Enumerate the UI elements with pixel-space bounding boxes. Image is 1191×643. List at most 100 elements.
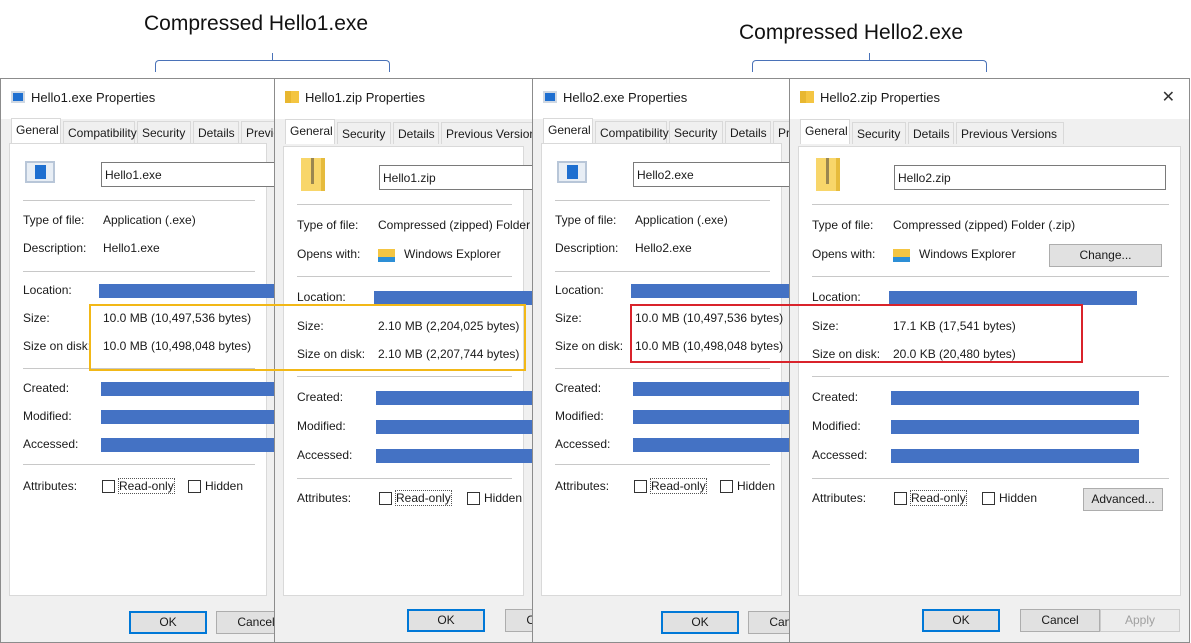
modified-value-redacted	[891, 420, 1139, 434]
separator	[812, 276, 1169, 277]
file-name-field[interactable]: Hello2.exe	[633, 162, 790, 187]
file-name-field[interactable]: Hello2.zip	[894, 165, 1166, 190]
accessed-label: Accessed:	[297, 448, 353, 462]
created-value-redacted	[891, 391, 1139, 405]
tab-compatibility[interactable]: Compatibility	[595, 121, 669, 143]
tab-general[interactable]: General	[800, 119, 850, 144]
close-button[interactable]: ✕	[1162, 87, 1175, 107]
type-of-file-value: Application (.exe)	[103, 213, 196, 227]
read-only-checkbox[interactable]	[634, 480, 647, 493]
hidden-label[interactable]: Hidden	[737, 479, 775, 493]
file-name-field[interactable]: Hello1.zip	[379, 165, 532, 190]
modified-label: Modified:	[297, 419, 346, 433]
read-only-checkbox[interactable]	[894, 492, 907, 505]
location-value-redacted	[99, 284, 275, 298]
created-label: Created:	[555, 381, 602, 395]
tab-general[interactable]: General	[543, 118, 593, 143]
modified-value-redacted	[101, 410, 275, 424]
separator	[23, 464, 255, 465]
tab-details[interactable]: Details	[393, 122, 439, 144]
separator	[23, 271, 255, 272]
read-only-label[interactable]: Read-only	[118, 478, 175, 494]
highlight-hello1-sizes	[89, 304, 526, 371]
ok-button[interactable]: OK	[922, 609, 1000, 632]
tab-security[interactable]: Security	[669, 121, 723, 143]
read-only-label[interactable]: Read-only	[910, 490, 967, 506]
modified-value-redacted	[633, 410, 790, 424]
cancel-button[interactable]: Cancel	[216, 611, 275, 634]
location-value-redacted	[889, 291, 1137, 305]
dialog-title: Hello1.exe Properties	[31, 90, 156, 105]
hidden-label[interactable]: Hidden	[999, 491, 1037, 505]
application-icon	[11, 91, 25, 103]
location-value-redacted	[374, 291, 532, 305]
separator	[555, 368, 770, 369]
tab-details[interactable]: Details	[908, 122, 954, 144]
tab-panel	[798, 146, 1181, 596]
accessed-label: Accessed:	[23, 437, 79, 451]
opens-with-label: Opens with:	[812, 247, 876, 261]
cancel-button[interactable]: Cancel	[505, 609, 532, 632]
zip-folder-icon	[800, 91, 814, 103]
file-name-field[interactable]: Hello1.exe	[101, 162, 275, 187]
accessed-label: Accessed:	[555, 437, 611, 451]
location-label: Location:	[555, 283, 604, 297]
created-label: Created:	[23, 381, 70, 395]
tab-previous-versions[interactable]: Previous Versions	[441, 122, 532, 144]
accessed-label: Accessed:	[812, 448, 868, 462]
separator	[297, 204, 512, 205]
cancel-button[interactable]: Cancel	[748, 611, 790, 634]
modified-label: Modified:	[23, 409, 72, 423]
size-label: Size:	[555, 311, 582, 325]
tab-security[interactable]: Security	[852, 122, 906, 144]
tab-security[interactable]: Security	[337, 122, 391, 144]
location-label: Location:	[812, 290, 861, 304]
dialog-title: Hello1.zip Properties	[305, 90, 425, 105]
ok-button[interactable]: OK	[407, 609, 485, 632]
tab-details[interactable]: Details	[193, 121, 239, 143]
windows-explorer-icon	[893, 249, 910, 262]
separator	[812, 204, 1169, 205]
type-of-file-label: Type of file:	[297, 218, 359, 232]
description-value: Hello2.exe	[635, 241, 692, 255]
cancel-button[interactable]: Cancel	[1020, 609, 1100, 632]
read-only-checkbox[interactable]	[379, 492, 392, 505]
created-value-redacted	[376, 391, 532, 405]
type-of-file-value: Application (.exe)	[635, 213, 728, 227]
tab-security[interactable]: Security	[137, 121, 191, 143]
separator	[812, 478, 1169, 479]
description-value: Hello1.exe	[103, 241, 160, 255]
separator	[555, 464, 770, 465]
application-icon	[25, 161, 55, 183]
tab-general[interactable]: General	[11, 118, 61, 143]
zipper-icon	[311, 158, 314, 184]
description-label: Description:	[23, 241, 87, 255]
hidden-checkbox[interactable]	[982, 492, 995, 505]
tab-previous-versions[interactable]: Previous Versions	[956, 122, 1064, 144]
ok-button[interactable]: OK	[129, 611, 207, 634]
hidden-checkbox[interactable]	[720, 480, 733, 493]
tab-compatibility[interactable]: Compatibility	[63, 121, 137, 143]
hidden-checkbox[interactable]	[188, 480, 201, 493]
hidden-label[interactable]: Hidden	[205, 479, 243, 493]
advanced-button[interactable]: Advanced...	[1083, 488, 1163, 511]
tab-previous-versions[interactable]: Previous Versions	[241, 121, 275, 143]
brace-hello2	[752, 60, 987, 72]
separator	[297, 478, 512, 479]
change-button[interactable]: Change...	[1049, 244, 1162, 267]
hidden-checkbox[interactable]	[467, 492, 480, 505]
brace-tip	[869, 53, 870, 60]
zipper-icon	[826, 158, 829, 184]
hidden-label[interactable]: Hidden	[484, 491, 522, 505]
tab-general[interactable]: General	[285, 119, 335, 144]
created-value-redacted	[633, 382, 790, 396]
read-only-label[interactable]: Read-only	[395, 490, 452, 506]
read-only-label[interactable]: Read-only	[650, 478, 707, 494]
apply-button: Apply	[1100, 609, 1180, 632]
tab-details[interactable]: Details	[725, 121, 771, 143]
zip-folder-icon	[301, 158, 325, 191]
read-only-checkbox[interactable]	[102, 480, 115, 493]
ok-button[interactable]: OK	[661, 611, 739, 634]
separator	[555, 200, 770, 201]
windows-explorer-icon	[378, 249, 395, 262]
